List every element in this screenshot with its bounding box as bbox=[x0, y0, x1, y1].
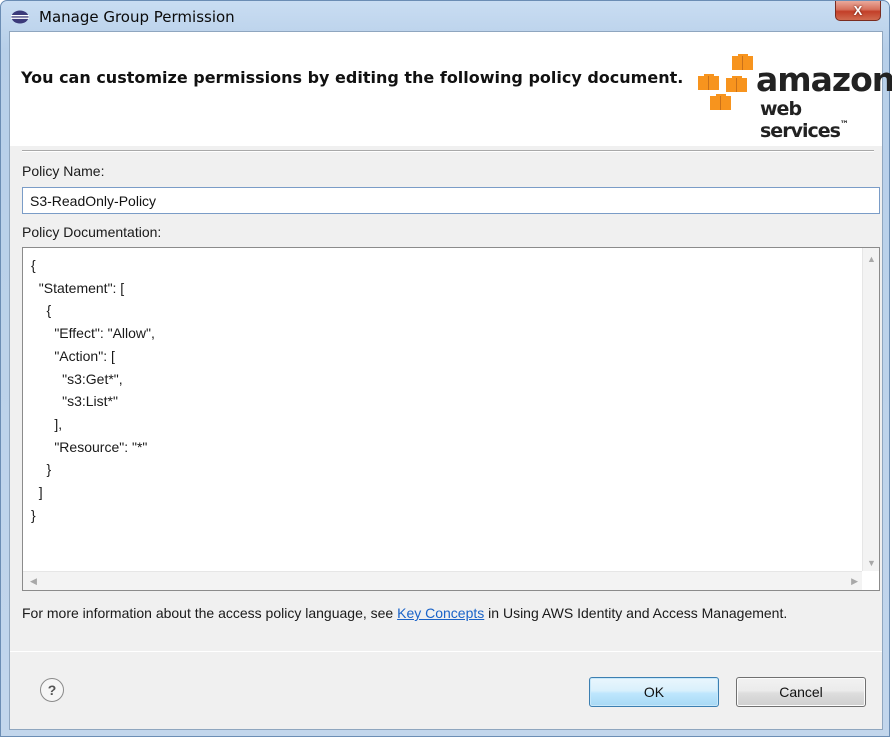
close-icon: X bbox=[853, 3, 863, 18]
horizontal-scrollbar[interactable]: ◀ ▶ bbox=[23, 571, 863, 590]
close-button[interactable]: X bbox=[835, 1, 881, 21]
policy-document-text[interactable]: { "Statement": [ { "Effect": "Allow", "A… bbox=[31, 254, 155, 526]
help-button[interactable]: ? bbox=[40, 678, 64, 702]
scroll-up-icon[interactable]: ▲ bbox=[867, 254, 876, 264]
help-icon: ? bbox=[47, 682, 57, 698]
window-title: Manage Group Permission bbox=[39, 8, 235, 26]
info-suffix: in Using AWS Identity and Access Managem… bbox=[484, 605, 788, 621]
scroll-right-icon[interactable]: ▶ bbox=[851, 576, 858, 587]
banner-message: You can customize permissions by editing… bbox=[21, 68, 684, 87]
dialog-body: You can customize permissions by editing… bbox=[9, 31, 892, 730]
header-separator bbox=[22, 150, 874, 152]
info-text: For more information about the access po… bbox=[22, 602, 872, 625]
cancel-button[interactable]: Cancel bbox=[736, 677, 866, 707]
title-bar[interactable]: Manage Group Permission X bbox=[1, 1, 889, 31]
scroll-left-icon[interactable]: ◀ bbox=[30, 576, 37, 587]
policy-name-input[interactable] bbox=[22, 187, 880, 214]
aws-logo-word-webservices: web services™ bbox=[760, 98, 849, 142]
vertical-scrollbar[interactable]: ▲ ▼ bbox=[862, 248, 879, 572]
policy-doc-label: Policy Documentation: bbox=[22, 224, 162, 240]
info-prefix: For more information about the access po… bbox=[22, 605, 398, 621]
dialog-window: Manage Group Permission X You can custom… bbox=[0, 0, 892, 737]
header-banner: You can customize permissions by editing… bbox=[10, 32, 892, 146]
scrollbar-corner bbox=[862, 571, 879, 590]
footer-separator bbox=[10, 651, 882, 652]
policy-name-label: Policy Name: bbox=[22, 163, 105, 179]
aws-logo: amazon web services™ bbox=[696, 54, 892, 142]
eclipse-icon bbox=[11, 10, 29, 24]
scroll-down-icon[interactable]: ▼ bbox=[867, 558, 876, 568]
aws-logo-word-amazon: amazon bbox=[756, 60, 892, 99]
policy-document-editor[interactable]: { "Statement": [ { "Effect": "Allow", "A… bbox=[22, 247, 880, 591]
key-concepts-link[interactable]: Key Concepts bbox=[397, 605, 484, 621]
ok-button[interactable]: OK bbox=[589, 677, 719, 707]
